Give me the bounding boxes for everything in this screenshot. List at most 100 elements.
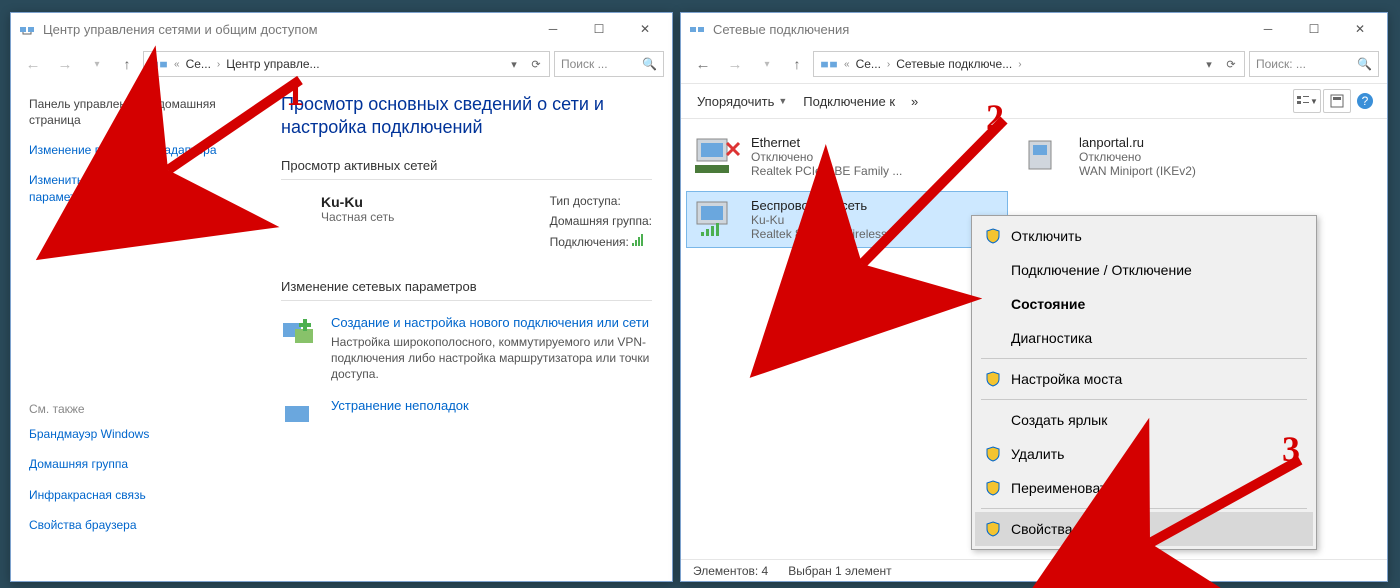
active-networks-label: Просмотр активных сетей — [281, 158, 652, 173]
divider — [281, 179, 652, 180]
breadcrumb-current[interactable]: Сетевые подключе... — [892, 57, 1016, 71]
ctx-diagnostics[interactable]: Диагностика — [975, 321, 1313, 355]
ctx-state[interactable]: Состояние — [975, 287, 1313, 321]
ctx-disable[interactable]: Отключить — [975, 219, 1313, 253]
breadcrumb-chevron: « — [842, 59, 852, 70]
cp-home-link[interactable]: Панель управления — домашняя страница — [29, 97, 243, 128]
view-button-1[interactable]: ▼ — [1293, 89, 1321, 113]
ctx-shortcut[interactable]: Создать ярлык — [975, 403, 1313, 437]
ctx-rename[interactable]: Переименовать — [975, 471, 1313, 505]
ctx-connect-disconnect[interactable]: Подключение / Отключение — [975, 253, 1313, 287]
link-advanced-sharing[interactable]: Изменить дополнительные параметры общего… — [29, 172, 243, 204]
adapter-name: lanportal.ru — [1079, 135, 1196, 150]
ctx-delete[interactable]: Удалить — [975, 437, 1313, 471]
minimize-button[interactable]: ─ — [1245, 14, 1291, 44]
adapter-name: Беспроводная сеть — [751, 198, 887, 213]
sidebar: Панель управления — домашняя страница Из… — [11, 83, 261, 561]
item-new-connection: Создание и настройка нового подключения … — [281, 315, 652, 383]
active-network-block: Ku-Ku Частная сеть Тип доступа: Домашняя… — [281, 194, 652, 255]
ctx-separator — [981, 358, 1307, 359]
network-center-icon — [150, 55, 168, 73]
link-infrared[interactable]: Инфракрасная связь — [29, 487, 243, 503]
connect-to-menu[interactable]: Подключение к — [797, 90, 901, 113]
ctx-bridge[interactable]: Настройка моста — [975, 362, 1313, 396]
ctx-separator — [981, 508, 1307, 509]
troubleshoot-icon — [281, 398, 317, 434]
ctx-separator — [981, 399, 1307, 400]
search-placeholder: Поиск ... — [561, 57, 608, 71]
toolbar-overflow[interactable]: » — [905, 90, 924, 113]
breadcrumb-chevron: › — [885, 59, 892, 70]
access-type-label: Тип доступа: — [550, 194, 652, 208]
search-placeholder: Поиск: ... — [1256, 57, 1306, 71]
adapter-name: Ethernet — [751, 135, 902, 150]
refresh-button[interactable]: ⟳ — [525, 58, 547, 71]
help-button[interactable]: ? — [1353, 89, 1377, 113]
adapter-ethernet[interactable]: Ethernet Отключено Realtek PCIe GBE Fami… — [687, 129, 1007, 184]
close-button[interactable]: ✕ — [1337, 14, 1383, 44]
breadcrumb-root[interactable]: Се... — [182, 57, 215, 71]
link-troubleshoot[interactable]: Устранение неполадок — [331, 398, 469, 413]
network-center-icon — [19, 21, 35, 37]
see-also-label: См. также — [29, 402, 243, 416]
context-menu: Отключить Подключение / Отключение Состо… — [971, 215, 1317, 550]
breadcrumb-chevron: › — [1016, 59, 1023, 70]
up-button[interactable]: ↑ — [115, 52, 139, 76]
adapter-device: Realtek PCIe GBE Family ... — [751, 164, 902, 178]
link-homegroup[interactable]: Домашняя группа — [29, 456, 243, 472]
forward-button[interactable]: → — [721, 50, 749, 78]
close-button[interactable]: ✕ — [622, 14, 668, 44]
breadcrumb-root[interactable]: Се... — [852, 57, 885, 71]
link-change-adapter[interactable]: Изменение параметров адаптера — [29, 142, 243, 158]
vpn-icon — [1021, 135, 1069, 177]
link-browser-props[interactable]: Свойства браузера — [29, 517, 243, 533]
shield-icon — [985, 521, 1001, 537]
shield-icon — [985, 446, 1001, 462]
address-bar[interactable]: « Се... › Центр управле... ▾ ⟳ — [143, 51, 550, 77]
link-new-connection[interactable]: Создание и настройка нового подключения … — [331, 315, 652, 330]
wifi-icon — [693, 198, 741, 240]
minimize-button[interactable]: ─ — [530, 14, 576, 44]
back-button[interactable]: ← — [689, 50, 717, 78]
breadcrumb-chevron: « — [172, 59, 182, 70]
organize-menu[interactable]: Упорядочить▼ — [691, 90, 793, 113]
up-button[interactable]: ↑ — [785, 52, 809, 76]
maximize-button[interactable]: ☐ — [576, 14, 622, 44]
adapter-device: Realtek 8821AE Wireless — [751, 227, 887, 241]
adapter-status: Отключено — [751, 150, 902, 164]
address-bar[interactable]: « Се... › Сетевые подключе... › ▾ ⟳ — [813, 51, 1245, 77]
history-dropdown[interactable]: ▾ — [753, 50, 781, 78]
adapter-wireless[interactable]: Беспроводная сеть Ku-Ku Realtek 8821AE W… — [687, 192, 1007, 247]
breadcrumb-chevron: › — [215, 59, 222, 70]
address-dropdown[interactable]: ▾ — [1198, 58, 1220, 71]
refresh-button[interactable]: ⟳ — [1220, 58, 1242, 71]
status-bar: Элементов: 4 Выбран 1 элемент — [681, 559, 1387, 581]
status-count: Элементов: 4 — [693, 564, 768, 578]
maximize-button[interactable]: ☐ — [1291, 14, 1337, 44]
item-troubleshoot: Устранение неполадок — [281, 398, 652, 434]
breadcrumb-current[interactable]: Центр управле... — [222, 57, 323, 71]
search-input[interactable]: Поиск: ... 🔍 — [1249, 51, 1379, 77]
shield-icon — [985, 371, 1001, 387]
page-title: Просмотр основных сведений о сети и наст… — [281, 93, 652, 140]
history-dropdown[interactable]: ▾ — [83, 50, 111, 78]
forward-button[interactable]: → — [51, 50, 79, 78]
adapter-ssid: Ku-Ku — [751, 213, 887, 227]
window-title: Центр управления сетями и общим доступом — [43, 22, 530, 37]
search-input[interactable]: Поиск ... 🔍 — [554, 51, 664, 77]
back-button[interactable]: ← — [19, 50, 47, 78]
titlebar: Центр управления сетями и общим доступом… — [11, 13, 672, 45]
new-connection-desc: Настройка широкополосного, коммутируемог… — [331, 334, 652, 383]
search-icon: 🔍 — [642, 57, 657, 71]
network-connections-window: Сетевые подключения ─ ☐ ✕ ← → ▾ ↑ « Се..… — [680, 12, 1388, 582]
adapters-area[interactable]: Ethernet Отключено Realtek PCIe GBE Fami… — [681, 119, 1387, 557]
ctx-properties[interactable]: Свойства — [975, 512, 1313, 546]
nav-row: ← → ▾ ↑ « Се... › Центр управле... ▾ ⟳ П… — [11, 45, 672, 83]
status-selected: Выбран 1 элемент — [788, 564, 891, 578]
link-firewall[interactable]: Брандмауэр Windows — [29, 426, 243, 442]
address-dropdown[interactable]: ▾ — [503, 58, 525, 71]
view-button-2[interactable] — [1323, 89, 1351, 113]
new-connection-icon — [281, 315, 317, 351]
adapter-lanportal[interactable]: lanportal.ru Отключено WAN Miniport (IKE… — [1015, 129, 1335, 184]
homegroup-label: Домашняя группа: — [550, 214, 652, 228]
